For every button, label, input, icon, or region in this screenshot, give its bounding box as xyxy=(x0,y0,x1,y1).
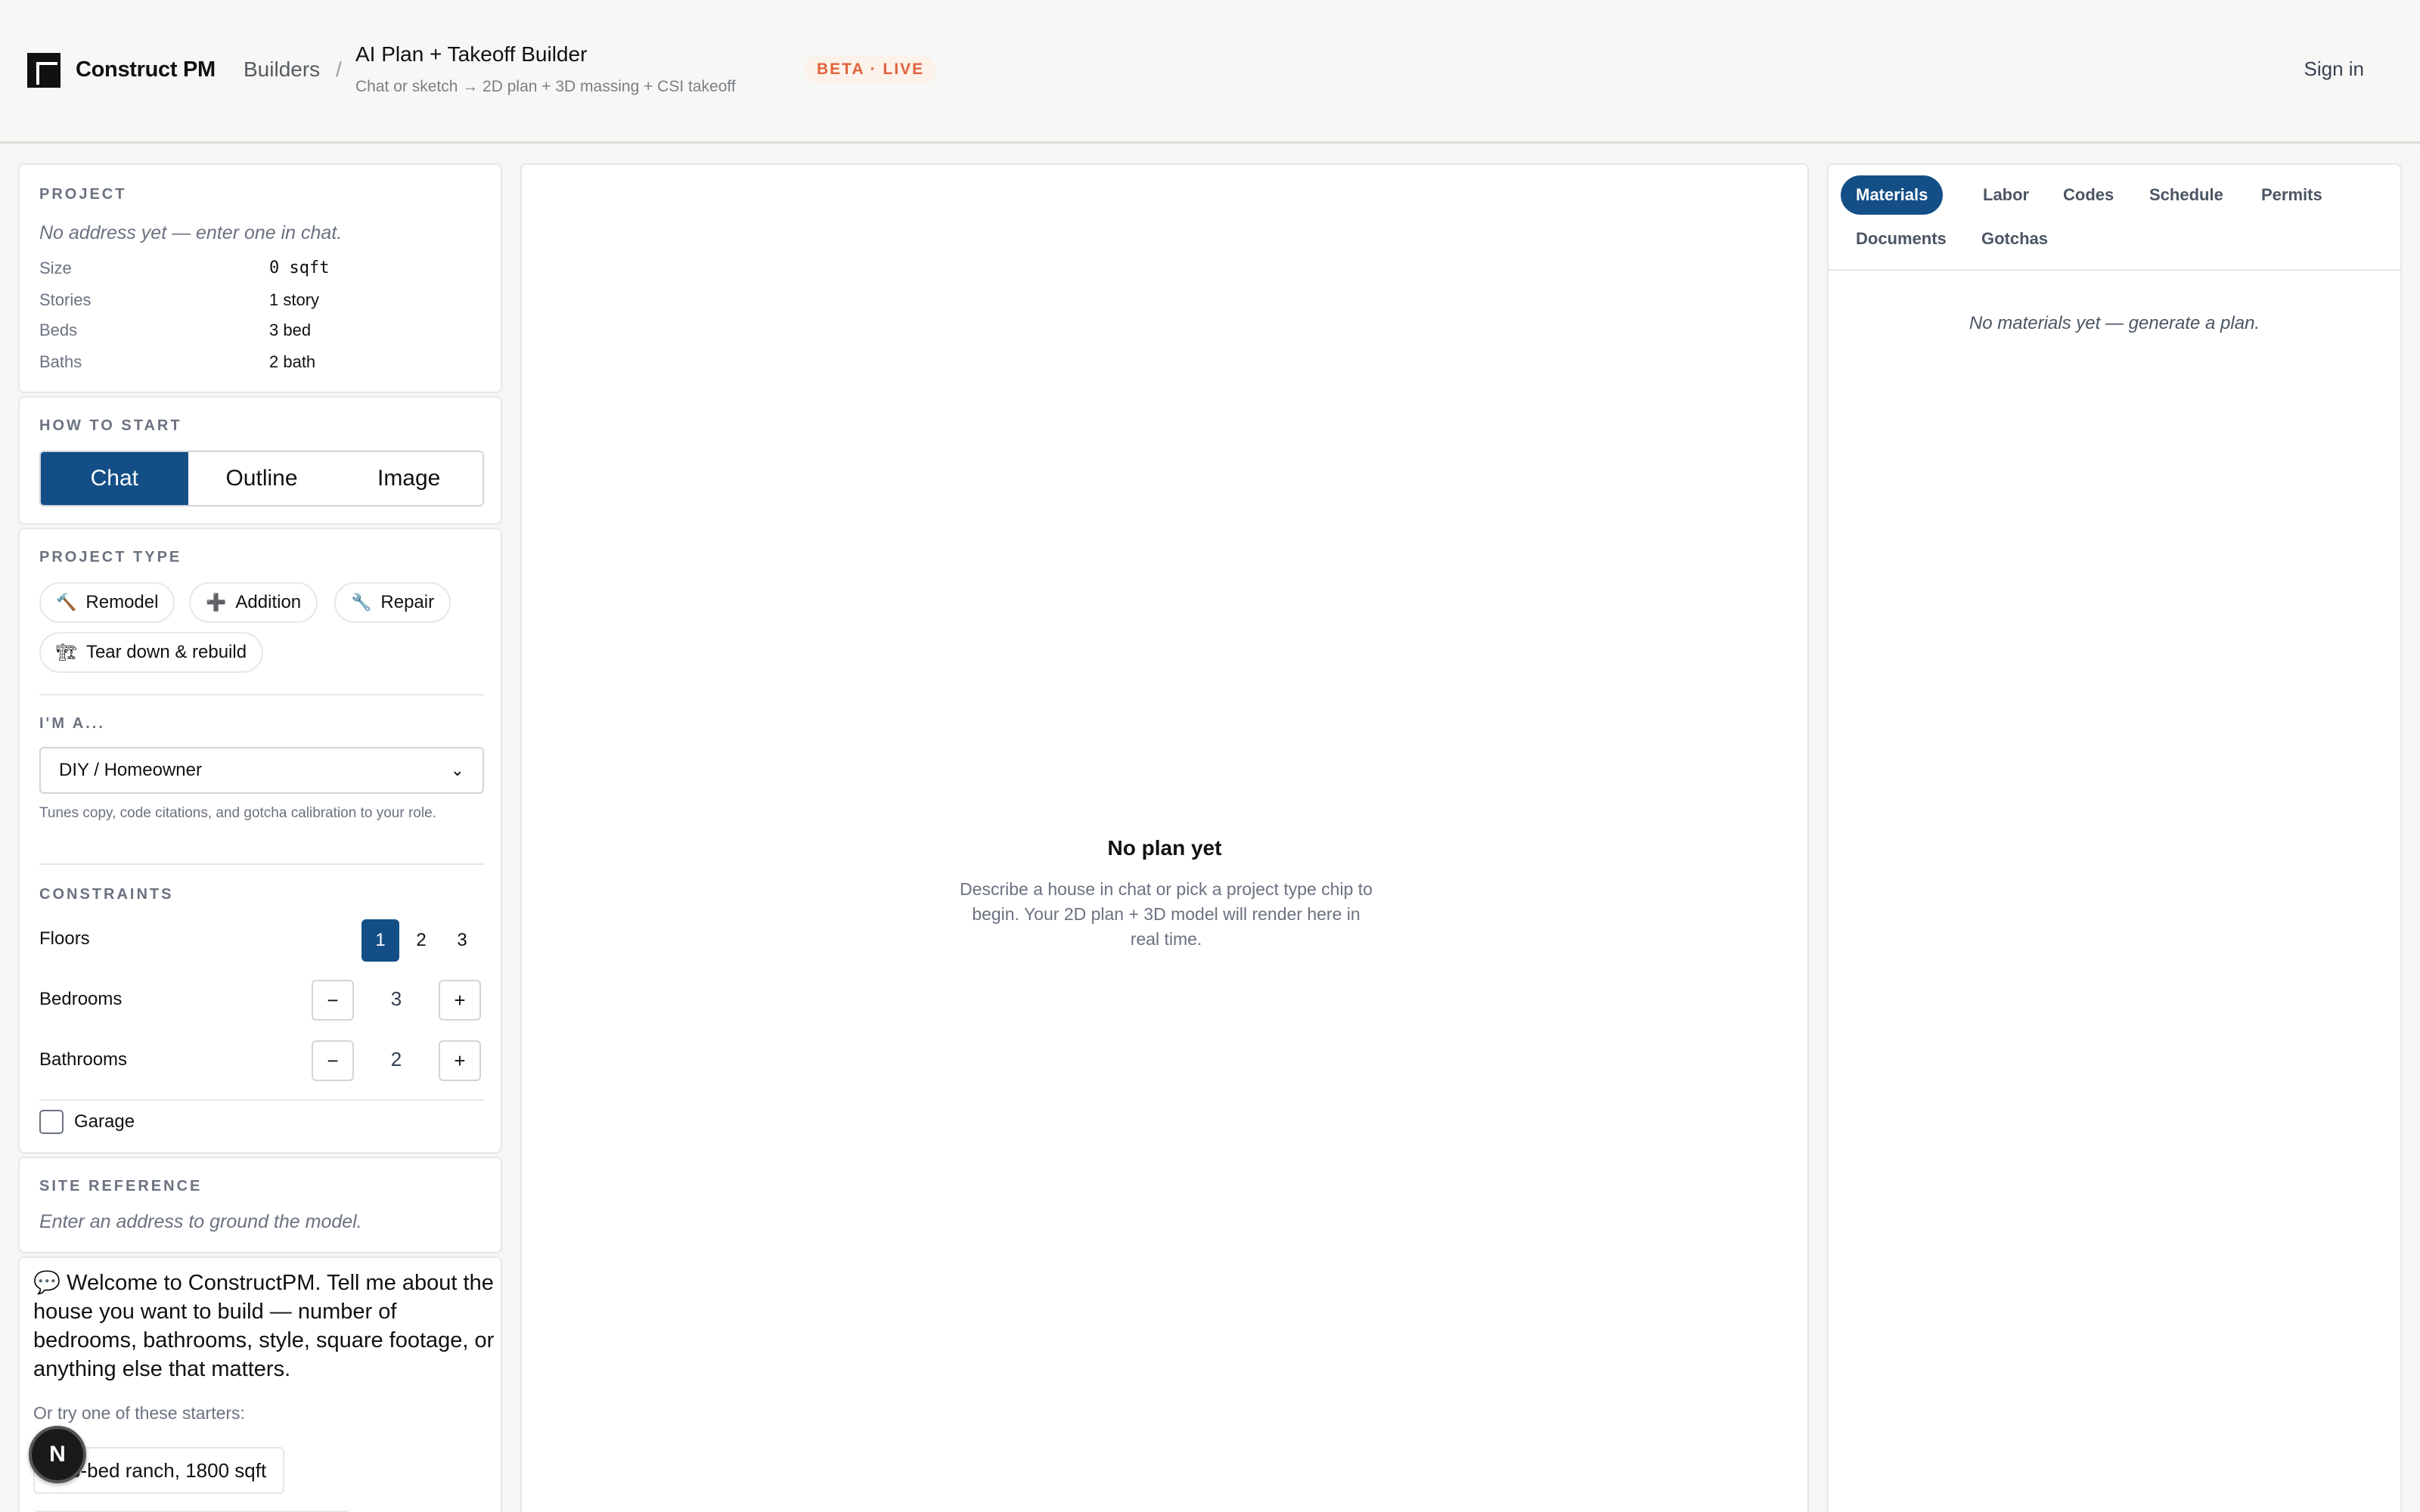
bathrooms-increment-button[interactable]: + xyxy=(439,1040,481,1081)
floors-option-1[interactable]: 1 xyxy=(361,919,399,962)
how-to-start-label: HOW TO START xyxy=(39,417,182,434)
chip-label: Tear down & rebuild xyxy=(85,642,247,662)
page-title: AI Plan + Takeoff Builder xyxy=(355,42,588,66)
plan-canvas[interactable]: No plan yet Describe a house in chat or … xyxy=(520,163,1809,1512)
starters-label: Or try one of these starters: xyxy=(33,1403,245,1423)
baths-label: Baths xyxy=(39,352,82,371)
role-select-value: DIY / Homeowner xyxy=(59,760,202,780)
project-address-hint: No address yet — enter one in chat. xyxy=(39,222,343,243)
materials-empty-state: No materials yet — generate a plan. xyxy=(1969,313,2260,333)
status-badge: BETA · LIVE xyxy=(805,56,937,83)
wrench-icon: 🔧 xyxy=(351,593,372,612)
breadcrumb-builders-link[interactable]: Builders xyxy=(244,57,320,82)
tab-codes[interactable]: Codes xyxy=(2048,175,2129,215)
tab-materials[interactable]: Materials xyxy=(1841,175,1944,215)
tab-gotchas[interactable]: Gotchas xyxy=(1966,219,2063,259)
tab-labor[interactable]: Labor xyxy=(1968,175,2044,215)
mode-chat-button[interactable]: Chat xyxy=(41,452,188,505)
chat-welcome-message: 💬 Welcome to ConstructPM. Tell me about … xyxy=(33,1271,495,1381)
chip-label: Repair xyxy=(380,592,435,612)
top-header: Construct PM Builders / AI Plan + Takeof… xyxy=(0,0,2420,144)
floors-label: Floors xyxy=(39,928,90,949)
chip-remodel[interactable]: 🔨 Remodel xyxy=(39,582,175,623)
chip-repair[interactable]: 🔧 Repair xyxy=(334,582,451,623)
bathrooms-value: 2 xyxy=(390,1048,402,1070)
stories-label: Stories xyxy=(39,290,92,309)
section-divider xyxy=(39,1099,484,1101)
bedrooms-label: Bedrooms xyxy=(39,989,123,1009)
takeoff-panel: Materials Labor Codes Schedule Permits D… xyxy=(1827,163,2402,1512)
section-divider xyxy=(39,863,484,865)
how-to-start-panel: HOW TO START Chat Outline Image xyxy=(18,396,502,525)
project-config-panel: PROJECT TYPE 🔨 Remodel ➕ Addition 🔧 Repa… xyxy=(18,528,502,1154)
site-reference-panel: SITE REFERENCE Enter an address to groun… xyxy=(18,1157,502,1253)
role-select[interactable]: DIY / Homeowner ⌄ xyxy=(39,747,484,794)
project-summary-panel: PROJECT No address yet — enter one in ch… xyxy=(18,163,502,393)
chip-label: Remodel xyxy=(85,592,159,612)
project-type-label: PROJECT TYPE xyxy=(39,549,182,565)
baths-value: 2 bath xyxy=(269,352,316,371)
section-divider xyxy=(39,694,484,696)
chevron-down-icon: ⌄ xyxy=(450,761,464,779)
project-section-label: PROJECT xyxy=(39,186,127,203)
tab-permits[interactable]: Permits xyxy=(2246,175,2338,215)
mode-outline-button[interactable]: Outline xyxy=(188,452,336,505)
role-label: I'M A... xyxy=(39,715,105,732)
floors-option-3[interactable]: 3 xyxy=(443,919,481,962)
role-help-text: Tunes copy, code citations, and gotcha c… xyxy=(39,805,436,821)
chat-panel: 💬 Welcome to ConstructPM. Tell me about … xyxy=(18,1256,502,1512)
bedrooms-decrement-button[interactable]: − xyxy=(312,980,354,1021)
tab-schedule[interactable]: Schedule xyxy=(2134,175,2238,215)
breadcrumb-separator: / xyxy=(336,57,342,81)
start-mode-segmented-control: Chat Outline Image xyxy=(39,451,484,507)
site-reference-hint: Enter an address to ground the model. xyxy=(39,1211,362,1232)
plus-icon: ➕ xyxy=(206,593,227,612)
brand-logo-icon[interactable] xyxy=(27,53,60,88)
garage-checkbox[interactable] xyxy=(39,1110,64,1134)
page-subtitle: Chat or sketch → 2D plan + 3D massing + … xyxy=(355,78,736,95)
beds-label: Beds xyxy=(39,321,78,339)
dev-tools-badge-icon[interactable]: N xyxy=(29,1426,86,1483)
chip-tear-down-rebuild[interactable]: 🏗 Tear down & rebuild xyxy=(39,632,264,673)
stories-value: 1 story xyxy=(269,290,320,309)
empty-state-title: No plan yet xyxy=(1107,836,1222,860)
chip-addition[interactable]: ➕ Addition xyxy=(189,582,318,623)
mode-image-button[interactable]: Image xyxy=(335,452,482,505)
bedrooms-increment-button[interactable]: + xyxy=(439,980,481,1021)
brand-name[interactable]: Construct PM xyxy=(76,57,216,82)
tab-documents[interactable]: Documents xyxy=(1841,219,1962,259)
hammer-icon: 🔨 xyxy=(56,593,77,612)
floors-option-2[interactable]: 2 xyxy=(402,919,440,962)
constraints-label: CONSTRAINTS xyxy=(39,886,174,903)
chip-label: Addition xyxy=(235,592,302,612)
bathrooms-label: Bathrooms xyxy=(39,1049,128,1070)
bedrooms-value: 3 xyxy=(390,987,402,1010)
bathrooms-decrement-button[interactable]: − xyxy=(312,1040,354,1081)
site-reference-label: SITE REFERENCE xyxy=(39,1178,203,1194)
sign-in-link[interactable]: Sign in xyxy=(2304,57,2365,81)
size-value: 0 sqft xyxy=(269,259,330,277)
garage-label[interactable]: Garage xyxy=(74,1111,135,1132)
construction-icon: 🏗 xyxy=(56,643,77,662)
empty-state-description: Describe a house in chat or pick a proje… xyxy=(960,879,1373,949)
size-label: Size xyxy=(39,259,72,277)
beds-value: 3 bed xyxy=(269,321,312,339)
tab-divider xyxy=(1829,269,2400,271)
